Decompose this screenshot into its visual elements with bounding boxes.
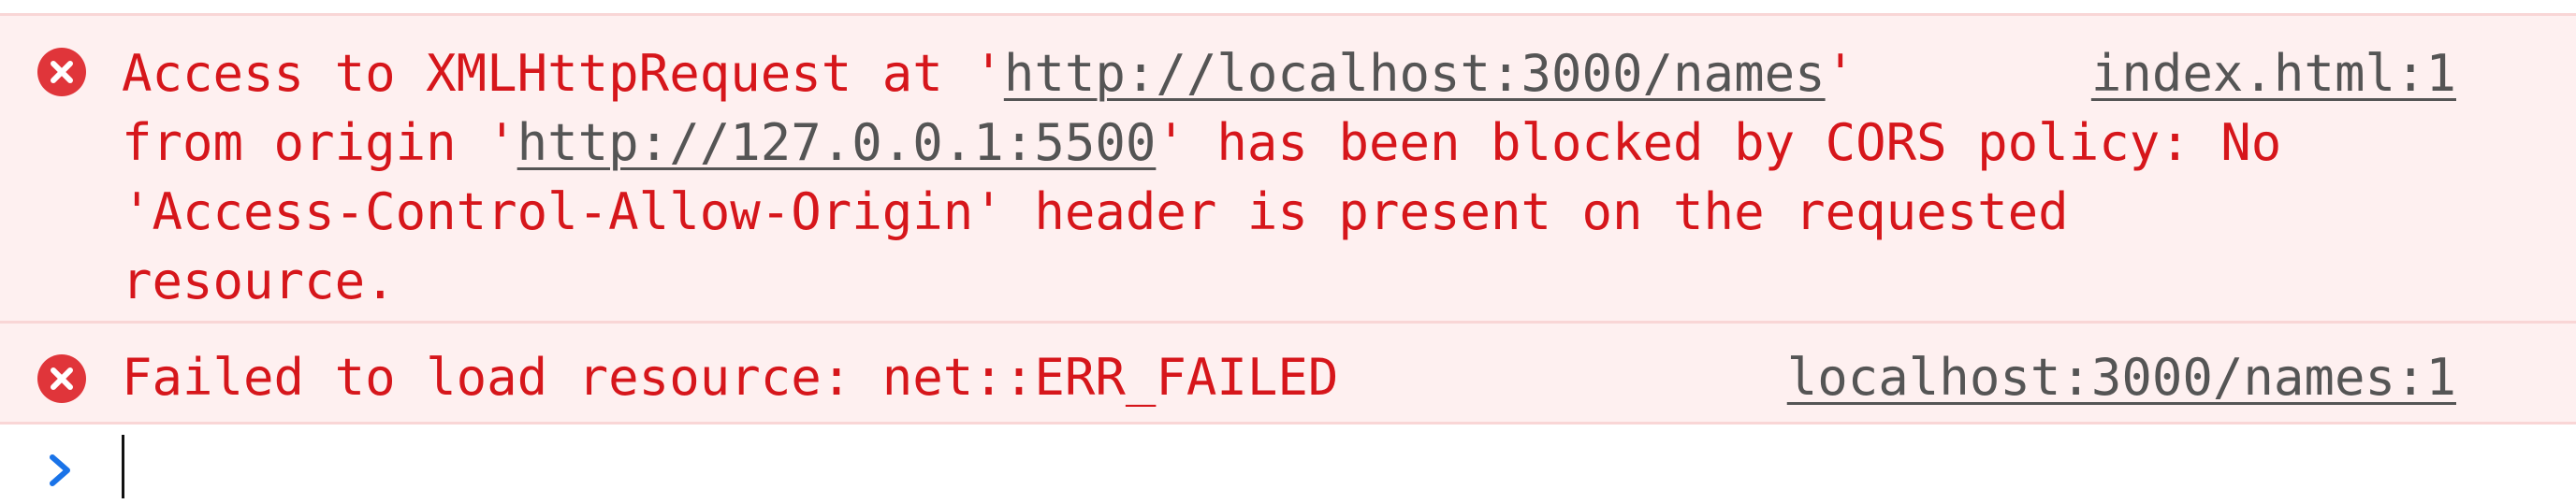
error-message-text: Failed to load resource: net::ERR_FAILED [122, 348, 1339, 407]
error-icon [37, 48, 86, 96]
console-prompt[interactable] [0, 427, 2576, 504]
devtools-console: Access to XMLHttpRequest at 'http://loca… [0, 0, 2576, 504]
error-icon [37, 354, 86, 403]
source-link[interactable]: index.html:1 [2091, 39, 2456, 108]
console-input[interactable] [122, 437, 2465, 498]
console-error-message: Access to XMLHttpRequest at 'http://loca… [0, 13, 2576, 321]
origin-url-link[interactable]: http://127.0.0.1:5500 [517, 113, 1157, 172]
text-caret [122, 435, 124, 498]
source-link[interactable]: localhost:3000/names:1 [1787, 343, 2456, 412]
request-url-link[interactable]: http://localhost:3000/names [1004, 44, 1826, 103]
error-message-text: Access to XMLHttpRequest at 'http://loca… [122, 44, 2282, 310]
chevron-right-icon [45, 452, 75, 493]
console-error-message: Failed to load resource: net::ERR_FAILED… [0, 321, 2576, 425]
